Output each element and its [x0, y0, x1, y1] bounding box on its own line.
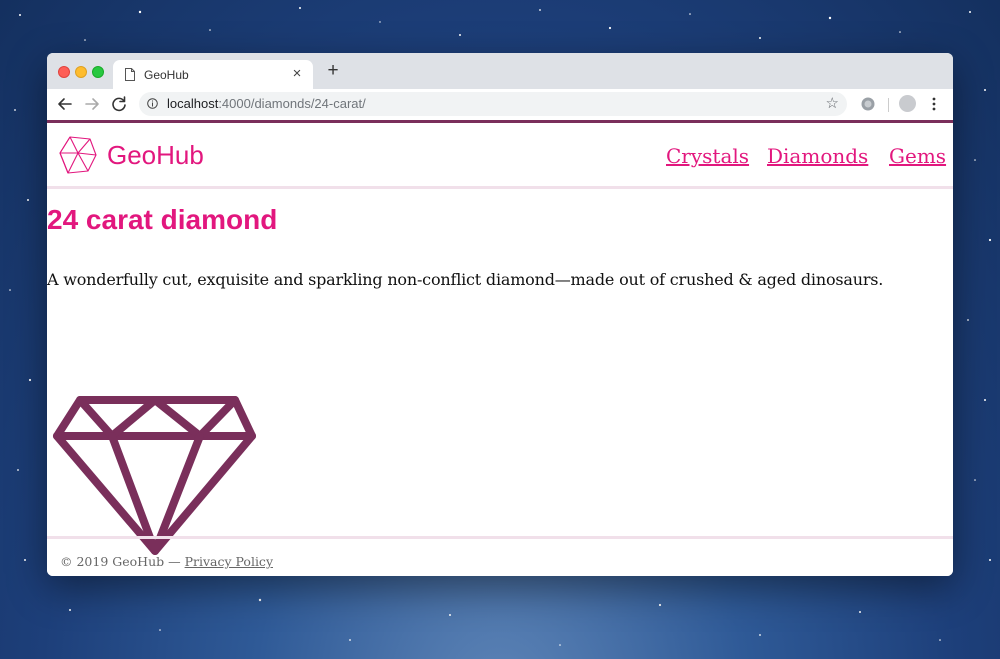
nav-link-diamonds[interactable]: Diamonds	[767, 144, 868, 168]
page-title: 24 carat diamond	[47, 204, 278, 235]
url-host: localhost	[167, 96, 219, 111]
new-tab-button[interactable]: +	[324, 61, 342, 80]
url-path: :4000/diamonds/24-carat/	[218, 96, 366, 111]
web-page: GeoHub Crystals Diamonds Gems 24 carat d…	[47, 120, 953, 576]
profile-avatar[interactable]	[899, 95, 916, 112]
nav-link-crystals[interactable]: Crystals	[666, 144, 749, 168]
back-arrow-icon[interactable]	[54, 93, 76, 115]
info-icon[interactable]	[147, 98, 158, 109]
bookmark-star-icon[interactable]: ☆	[826, 94, 839, 112]
close-window-button[interactable]	[58, 66, 70, 78]
privacy-policy-link[interactable]: Privacy Policy	[185, 554, 273, 569]
header-divider	[47, 186, 953, 189]
site-header: GeoHub Crystals Diamonds Gems	[47, 123, 953, 186]
toolbar-divider	[888, 98, 889, 112]
browser-tab[interactable]: GeoHub ×	[113, 60, 313, 89]
document-icon	[125, 68, 135, 81]
diamond-icon	[53, 396, 256, 555]
url-text[interactable]: localhost:4000/diamonds/24-carat/	[167, 96, 366, 111]
maximize-window-button[interactable]	[92, 66, 104, 78]
minimize-window-button[interactable]	[75, 66, 87, 78]
copyright-text: © 2019 GeoHub —	[60, 554, 185, 569]
reload-icon[interactable]	[108, 93, 130, 115]
footer-divider	[47, 536, 953, 539]
browser-window: GeoHub × + localhost:4000/diamonds/24-ca…	[47, 53, 953, 576]
product-description: A wonderfully cut, exquisite and sparkli…	[47, 270, 884, 289]
address-bar[interactable]: localhost:4000/diamonds/24-carat/ ☆	[139, 92, 847, 116]
forward-arrow-icon[interactable]	[81, 93, 103, 115]
geohub-logo-icon[interactable]	[58, 135, 98, 175]
tab-close-icon[interactable]: ×	[289, 65, 305, 83]
extension-icon[interactable]	[860, 96, 876, 112]
nav-link-gems[interactable]: Gems	[889, 144, 946, 168]
browser-toolbar: localhost:4000/diamonds/24-carat/ ☆	[47, 89, 953, 120]
tab-strip: GeoHub × +	[47, 53, 953, 89]
more-menu-icon[interactable]	[929, 95, 939, 113]
tab-title: GeoHub	[144, 68, 189, 82]
logo-text[interactable]: GeoHub	[107, 140, 204, 171]
site-footer: © 2019 GeoHub — Privacy Policy	[60, 554, 273, 569]
